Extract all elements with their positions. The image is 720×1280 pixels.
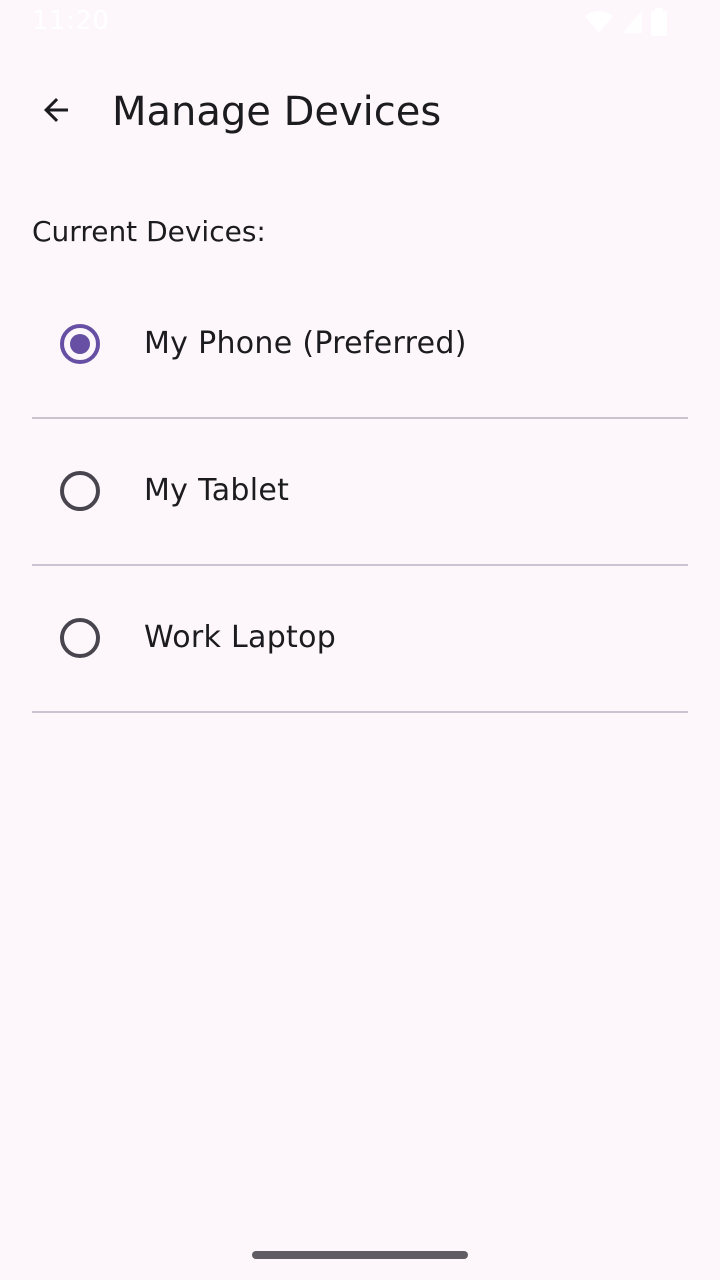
status-time: 11:20 xyxy=(32,6,110,36)
device-list: My Phone (Preferred) My Tablet Work Lapt… xyxy=(32,272,688,713)
wifi-icon xyxy=(584,9,614,39)
back-button[interactable] xyxy=(24,80,88,144)
page-title: Manage Devices xyxy=(112,89,442,135)
device-row-my-tablet[interactable]: My Tablet xyxy=(32,419,688,566)
battery-icon xyxy=(650,8,668,40)
status-icons xyxy=(584,8,668,40)
device-row-work-laptop[interactable]: Work Laptop xyxy=(32,566,688,713)
arrow-back-icon xyxy=(38,92,74,132)
section-label: Current Devices: xyxy=(32,215,266,248)
device-row-my-phone[interactable]: My Phone (Preferred) xyxy=(32,272,688,419)
gesture-nav-handle[interactable] xyxy=(252,1251,468,1259)
radio-button[interactable] xyxy=(60,471,100,511)
status-bar: 11:20 xyxy=(0,0,720,48)
device-label: Work Laptop xyxy=(144,620,337,655)
device-label: My Phone (Preferred) xyxy=(144,326,467,361)
radio-button-selected[interactable] xyxy=(60,324,100,364)
device-label: My Tablet xyxy=(144,473,290,508)
radio-button[interactable] xyxy=(60,618,100,658)
top-app-bar: Manage Devices xyxy=(0,64,720,160)
cellular-signal-icon xyxy=(620,9,644,39)
